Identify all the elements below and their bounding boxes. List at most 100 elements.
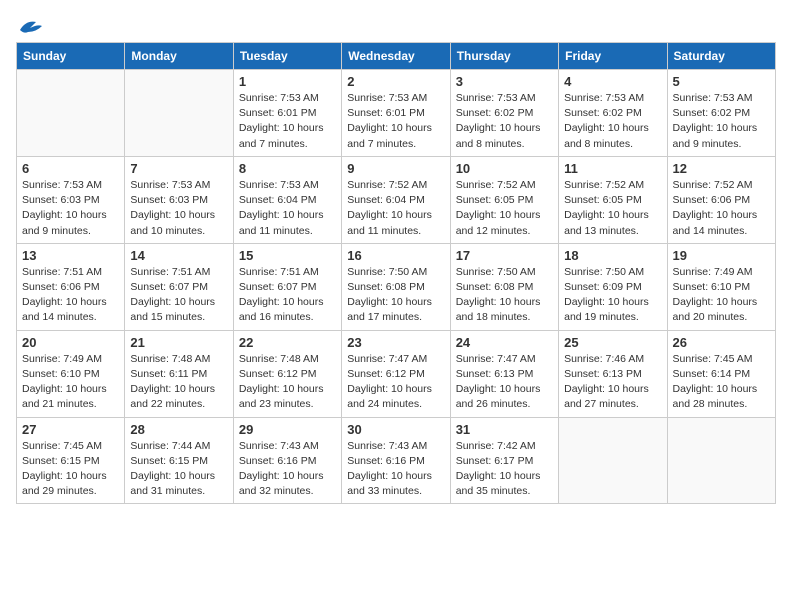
day-number: 22 xyxy=(239,335,336,350)
weekday-header-wednesday: Wednesday xyxy=(342,43,450,70)
day-number: 13 xyxy=(22,248,119,263)
day-number: 31 xyxy=(456,422,553,437)
logo-bird-icon xyxy=(16,16,44,38)
day-number: 23 xyxy=(347,335,444,350)
day-info: Sunrise: 7:53 AMSunset: 6:02 PMDaylight:… xyxy=(564,91,661,152)
day-info: Sunrise: 7:53 AMSunset: 6:01 PMDaylight:… xyxy=(347,91,444,152)
day-number: 6 xyxy=(22,161,119,176)
calendar-cell: 25 Sunrise: 7:46 AMSunset: 6:13 PMDayligh… xyxy=(559,330,667,417)
calendar-cell: 18 Sunrise: 7:50 AMSunset: 6:09 PMDayligh… xyxy=(559,243,667,330)
weekday-header-saturday: Saturday xyxy=(667,43,775,70)
calendar-cell: 12 Sunrise: 7:52 AMSunset: 6:06 PMDayligh… xyxy=(667,156,775,243)
weekday-header-sunday: Sunday xyxy=(17,43,125,70)
day-info: Sunrise: 7:49 AMSunset: 6:10 PMDaylight:… xyxy=(673,265,770,326)
weekday-header-thursday: Thursday xyxy=(450,43,558,70)
calendar-cell: 5Sunrise: 7:53 AMSunset: 6:02 PMDaylight… xyxy=(667,70,775,157)
day-number: 24 xyxy=(456,335,553,350)
day-info: Sunrise: 7:50 AMSunset: 6:08 PMDaylight:… xyxy=(456,265,553,326)
day-number: 26 xyxy=(673,335,770,350)
calendar-cell: 24 Sunrise: 7:47 AMSunset: 6:13 PMDayligh… xyxy=(450,330,558,417)
day-number: 7 xyxy=(130,161,227,176)
day-number: 18 xyxy=(564,248,661,263)
day-number: 15 xyxy=(239,248,336,263)
calendar-cell: 26 Sunrise: 7:45 AMSunset: 6:14 PMDayligh… xyxy=(667,330,775,417)
day-number: 8 xyxy=(239,161,336,176)
calendar-cell: 4 Sunrise: 7:53 AMSunset: 6:02 PMDaylight… xyxy=(559,70,667,157)
day-number: 10 xyxy=(456,161,553,176)
day-number: 5 xyxy=(673,74,770,89)
calendar-cell: 16 Sunrise: 7:50 AMSunset: 6:08 PMDayligh… xyxy=(342,243,450,330)
calendar-cell: 23 Sunrise: 7:47 AMSunset: 6:12 PMDayligh… xyxy=(342,330,450,417)
day-info: Sunrise: 7:52 AMSunset: 6:05 PMDaylight:… xyxy=(564,178,661,239)
day-info: Sunrise: 7:43 AMSunset: 6:16 PMDaylight:… xyxy=(239,439,336,500)
day-info: Sunrise: 7:51 AMSunset: 6:07 PMDaylight:… xyxy=(239,265,336,326)
day-info: Sunrise: 7:51 AMSunset: 6:07 PMDaylight:… xyxy=(130,265,227,326)
calendar-cell: 28Sunrise: 7:44 AMSunset: 6:15 PMDayligh… xyxy=(125,417,233,504)
day-info: Sunrise: 7:51 AMSunset: 6:06 PMDaylight:… xyxy=(22,265,119,326)
calendar-table: SundayMondayTuesdayWednesdayThursdayFrid… xyxy=(16,42,776,504)
day-info: Sunrise: 7:46 AMSunset: 6:13 PMDaylight:… xyxy=(564,352,661,413)
calendar-cell xyxy=(559,417,667,504)
calendar-cell: 19 Sunrise: 7:49 AMSunset: 6:10 PMDayligh… xyxy=(667,243,775,330)
day-info: Sunrise: 7:52 AMSunset: 6:05 PMDaylight:… xyxy=(456,178,553,239)
day-info: Sunrise: 7:47 AMSunset: 6:13 PMDaylight:… xyxy=(456,352,553,413)
weekday-header-monday: Monday xyxy=(125,43,233,70)
day-number: 29 xyxy=(239,422,336,437)
logo xyxy=(16,16,44,34)
day-info: Sunrise: 7:43 AMSunset: 6:16 PMDaylight:… xyxy=(347,439,444,500)
day-info: Sunrise: 7:49 AMSunset: 6:10 PMDaylight:… xyxy=(22,352,119,413)
day-number: 1 xyxy=(239,74,336,89)
day-info: Sunrise: 7:53 AMSunset: 6:02 PMDaylight:… xyxy=(456,91,553,152)
day-info: Sunrise: 7:45 AMSunset: 6:14 PMDaylight:… xyxy=(673,352,770,413)
calendar-cell: 14Sunrise: 7:51 AMSunset: 6:07 PMDayligh… xyxy=(125,243,233,330)
day-number: 3 xyxy=(456,74,553,89)
weekday-header-tuesday: Tuesday xyxy=(233,43,341,70)
day-info: Sunrise: 7:45 AMSunset: 6:15 PMDaylight:… xyxy=(22,439,119,500)
day-number: 11 xyxy=(564,161,661,176)
day-number: 16 xyxy=(347,248,444,263)
page-header xyxy=(16,16,776,34)
calendar-cell: 10 Sunrise: 7:52 AMSunset: 6:05 PMDayligh… xyxy=(450,156,558,243)
day-info: Sunrise: 7:53 AMSunset: 6:03 PMDaylight:… xyxy=(22,178,119,239)
day-number: 19 xyxy=(673,248,770,263)
calendar-cell xyxy=(125,70,233,157)
day-number: 30 xyxy=(347,422,444,437)
calendar-cell: 21Sunrise: 7:48 AMSunset: 6:11 PMDayligh… xyxy=(125,330,233,417)
day-info: Sunrise: 7:48 AMSunset: 6:12 PMDaylight:… xyxy=(239,352,336,413)
calendar-cell: 9 Sunrise: 7:52 AMSunset: 6:04 PMDaylight… xyxy=(342,156,450,243)
calendar-cell: 8 Sunrise: 7:53 AMSunset: 6:04 PMDaylight… xyxy=(233,156,341,243)
calendar-cell xyxy=(667,417,775,504)
calendar-cell xyxy=(17,70,125,157)
day-info: Sunrise: 7:52 AMSunset: 6:06 PMDaylight:… xyxy=(673,178,770,239)
day-number: 17 xyxy=(456,248,553,263)
day-number: 20 xyxy=(22,335,119,350)
day-number: 12 xyxy=(673,161,770,176)
calendar-cell: 15 Sunrise: 7:51 AMSunset: 6:07 PMDayligh… xyxy=(233,243,341,330)
day-number: 9 xyxy=(347,161,444,176)
day-number: 4 xyxy=(564,74,661,89)
calendar-cell: 7 Sunrise: 7:53 AMSunset: 6:03 PMDaylight… xyxy=(125,156,233,243)
calendar-cell: 20 Sunrise: 7:49 AMSunset: 6:10 PMDayligh… xyxy=(17,330,125,417)
day-info: Sunrise: 7:52 AMSunset: 6:04 PMDaylight:… xyxy=(347,178,444,239)
calendar-cell: 2 Sunrise: 7:53 AMSunset: 6:01 PMDaylight… xyxy=(342,70,450,157)
day-info: Sunrise: 7:53 AMSunset: 6:04 PMDaylight:… xyxy=(239,178,336,239)
calendar-cell: 6 Sunrise: 7:53 AMSunset: 6:03 PMDaylight… xyxy=(17,156,125,243)
calendar-cell: 27 Sunrise: 7:45 AMSunset: 6:15 PMDayligh… xyxy=(17,417,125,504)
day-info: Sunrise: 7:50 AMSunset: 6:08 PMDaylight:… xyxy=(347,265,444,326)
day-info: Sunrise: 7:53 AMSunset: 6:03 PMDaylight:… xyxy=(130,178,227,239)
calendar-cell: 11 Sunrise: 7:52 AMSunset: 6:05 PMDayligh… xyxy=(559,156,667,243)
day-info: Sunrise: 7:50 AMSunset: 6:09 PMDaylight:… xyxy=(564,265,661,326)
calendar-cell: 22 Sunrise: 7:48 AMSunset: 6:12 PMDayligh… xyxy=(233,330,341,417)
day-info: Sunrise: 7:53 AMSunset: 6:01 PMDaylight:… xyxy=(239,91,336,152)
calendar-cell: 31 Sunrise: 7:42 AMSunset: 6:17 PMDayligh… xyxy=(450,417,558,504)
calendar-cell: 17 Sunrise: 7:50 AMSunset: 6:08 PMDayligh… xyxy=(450,243,558,330)
day-info: Sunrise: 7:44 AMSunset: 6:15 PMDaylight:… xyxy=(130,439,227,500)
calendar-cell: 13 Sunrise: 7:51 AMSunset: 6:06 PMDayligh… xyxy=(17,243,125,330)
day-number: 25 xyxy=(564,335,661,350)
day-info: Sunrise: 7:42 AMSunset: 6:17 PMDaylight:… xyxy=(456,439,553,500)
day-info: Sunrise: 7:48 AMSunset: 6:11 PMDaylight:… xyxy=(130,352,227,413)
day-number: 2 xyxy=(347,74,444,89)
calendar-cell: 29 Sunrise: 7:43 AMSunset: 6:16 PMDayligh… xyxy=(233,417,341,504)
day-number: 27 xyxy=(22,422,119,437)
day-info: Sunrise: 7:47 AMSunset: 6:12 PMDaylight:… xyxy=(347,352,444,413)
